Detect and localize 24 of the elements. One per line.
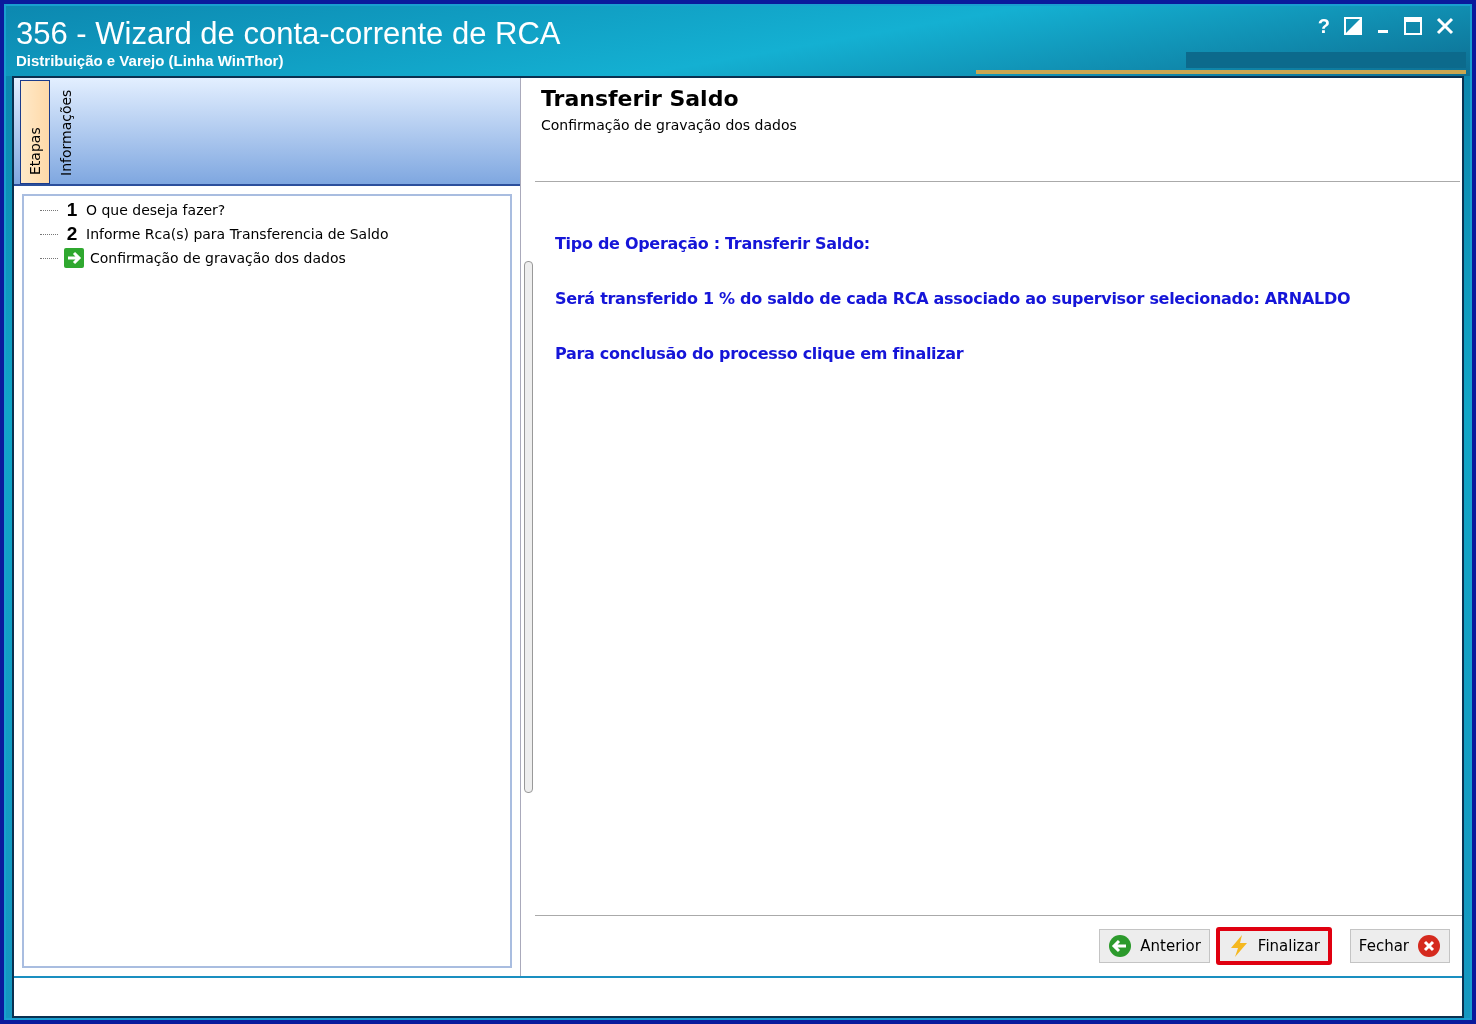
- close-icon: [1417, 934, 1441, 958]
- step-label[interactable]: O que deseja fazer?: [86, 202, 226, 218]
- previous-button[interactable]: Anterior: [1099, 929, 1210, 963]
- close-icon[interactable]: [1436, 17, 1454, 35]
- step-number: 2: [65, 223, 79, 245]
- step-number: 1: [65, 199, 79, 221]
- window-title: 356 - Wizard de conta-corrente de RCA: [16, 16, 561, 52]
- restore-icon[interactable]: [1344, 17, 1362, 35]
- close-button[interactable]: Fechar: [1349, 929, 1450, 963]
- finish-button[interactable]: Finalizar: [1215, 927, 1332, 965]
- window-subtitle: Distribuição e Varejo (Linha WinThor): [16, 52, 285, 69]
- arrow-icon: [64, 248, 84, 268]
- message-text: Para conclusão do processo clique em finalizar: [555, 344, 965, 363]
- side-tab[interactable]: Informações: [52, 80, 80, 184]
- maximize-icon[interactable]: [1404, 17, 1422, 35]
- message-text: Será transferido 1 % do saldo de cada RCA associado ao supervisor selecionado: ARNALDO: [555, 289, 1352, 308]
- step-subtitle: Confirmação de gravação dos dados: [541, 117, 798, 133]
- message-text: Tipo de Operação : Transferir Saldo:: [555, 234, 871, 253]
- side-tab[interactable]: Etapas: [20, 80, 50, 184]
- help-button[interactable]: ?: [1317, 14, 1330, 38]
- splitter-handle[interactable]: [523, 261, 533, 793]
- step-label[interactable]: Informe Rca(s) para Transferencia de Saldo: [86, 226, 389, 242]
- step-title: Transferir Saldo: [541, 86, 740, 111]
- step-label[interactable]: Confirmação de gravação dos dados: [90, 250, 346, 266]
